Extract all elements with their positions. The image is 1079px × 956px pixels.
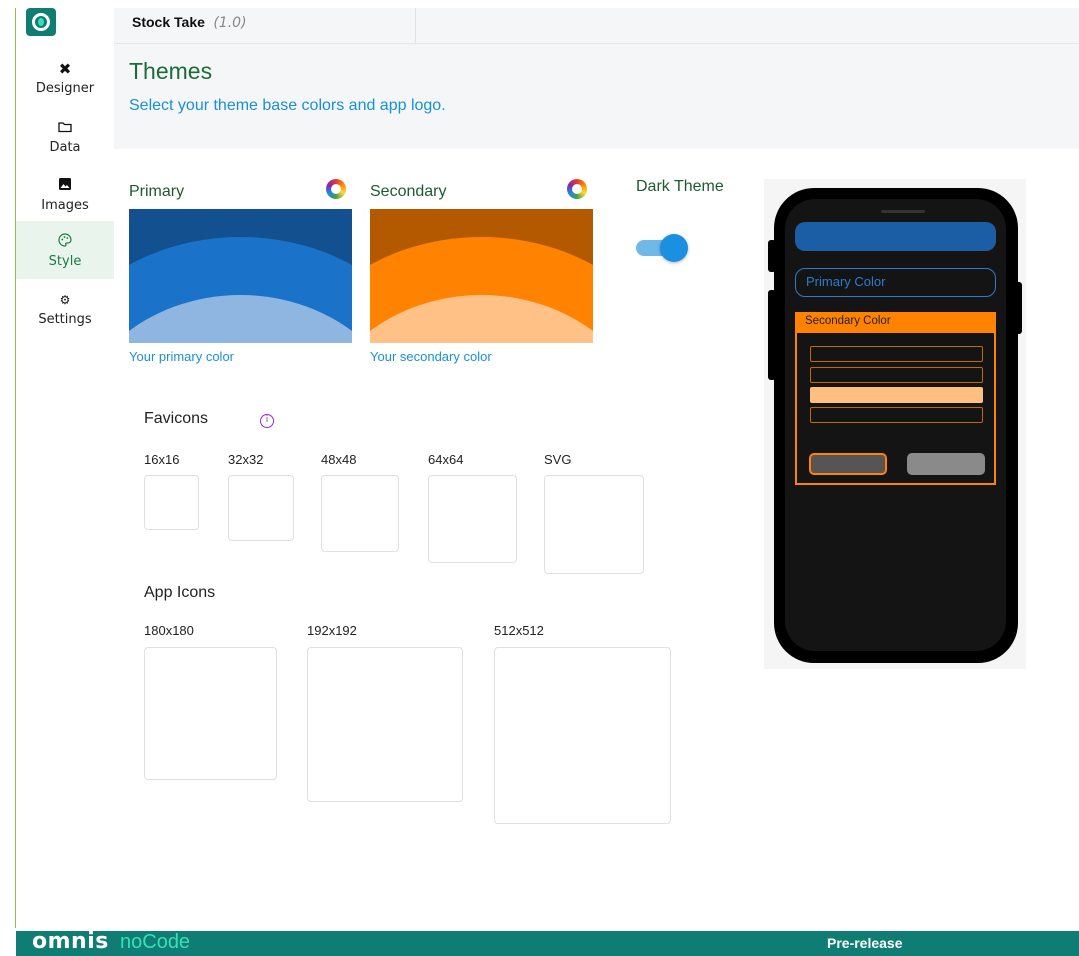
sidebar-item-data[interactable]: Data (16, 107, 114, 165)
secondary-color-swatch[interactable] (370, 209, 593, 343)
sidebar-item-label: Settings (38, 311, 92, 327)
brand-subtitle: noCode (120, 931, 191, 953)
preview-button-outline (809, 453, 887, 475)
sidebar-item-label: Images (41, 197, 89, 213)
app-icon-size-label: 192x192 (307, 623, 357, 638)
toggle-knob (660, 234, 688, 262)
primary-color-wheel-icon[interactable] (326, 179, 346, 199)
page-subtitle: Select your theme base colors and app lo… (129, 97, 446, 114)
primary-label: Primary (129, 183, 185, 200)
favicon-32-dropzone[interactable] (228, 475, 294, 541)
app-icon-192-dropzone[interactable] (307, 647, 463, 802)
preview-primary-bar (795, 222, 996, 251)
secondary-caption: Your secondary color (370, 349, 492, 364)
secondary-label: Secondary (370, 183, 447, 200)
gears-icon: ⚙︎ (59, 292, 71, 307)
favicon-size-label: SVG (544, 452, 572, 467)
palette-icon (58, 232, 72, 252)
tools-icon: ✖ (58, 59, 72, 78)
primary-color-swatch[interactable] (129, 209, 352, 343)
favicon-16-dropzone[interactable] (144, 475, 199, 530)
favicon-64-dropzone[interactable] (428, 475, 517, 563)
tab-title: Stock Take (132, 14, 205, 30)
tab-version: (1.0) (213, 15, 247, 31)
preview-line (810, 367, 983, 383)
favicon-size-label: 32x32 (228, 452, 264, 467)
app-icon-size-label: 180x180 (144, 623, 194, 638)
app-icon-size-label: 512x512 (494, 623, 544, 638)
dark-theme-toggle[interactable] (636, 234, 688, 262)
favicons-title: Favicons (144, 410, 209, 427)
preview-line-filled (810, 387, 983, 403)
sidebar-item-settings[interactable]: ⚙︎ Settings (16, 279, 114, 337)
app-window: ✖ Designer Data Images Style ⚙︎ Settings (0, 0, 1079, 956)
secondary-color-wheel-icon[interactable] (567, 179, 587, 199)
app-icon-512-dropzone[interactable] (494, 647, 671, 824)
favicon-size-label: 64x64 (428, 452, 464, 467)
sidebar-item-label: Designer (35, 80, 95, 96)
tab-stock-take[interactable]: Stock Take (1.0) (114, 8, 416, 44)
favicon-size-label: 16x16 (144, 452, 180, 467)
favicon-size-label: 48x48 (321, 452, 357, 467)
primary-caption: Your primary color (129, 349, 235, 364)
sidebar-item-label: Style (48, 253, 82, 269)
page-title: Themes (129, 58, 213, 84)
app-icons-title: App Icons (144, 584, 216, 601)
footer-bar: omnis noCode Pre-release (16, 929, 1079, 956)
preview-secondary-header: Secondary Color (795, 312, 996, 333)
sidebar-item-images[interactable]: Images (16, 165, 114, 223)
favicon-svg-dropzone[interactable] (544, 475, 644, 574)
sidebar-item-label: Data (49, 139, 81, 155)
app-icon-180-dropzone[interactable] (144, 647, 277, 780)
image-icon (58, 176, 72, 196)
app-logo-icon[interactable] (26, 8, 56, 36)
sidebar-item-designer[interactable]: ✖ Designer (16, 48, 114, 106)
phone-speaker (881, 210, 925, 213)
release-status: Pre-release (827, 935, 903, 951)
preview-primary-field: Primary Color (795, 268, 996, 297)
brand-logo: omnis (32, 929, 109, 954)
preview-line (810, 407, 983, 423)
sidebar: ✖ Designer Data Images Style ⚙︎ Settings (16, 8, 114, 928)
preview-line (810, 346, 983, 362)
preview-button-solid (907, 453, 985, 475)
favicon-48-dropzone[interactable] (321, 475, 399, 552)
info-icon[interactable]: i (260, 414, 274, 428)
dark-theme-label: Dark Theme (636, 178, 724, 195)
folder-icon (58, 118, 72, 138)
page-header: Themes Select your theme base colors and… (114, 44, 1079, 149)
top-bar: Stock Take (1.0) (114, 8, 1079, 44)
sidebar-item-style[interactable]: Style (16, 221, 114, 279)
